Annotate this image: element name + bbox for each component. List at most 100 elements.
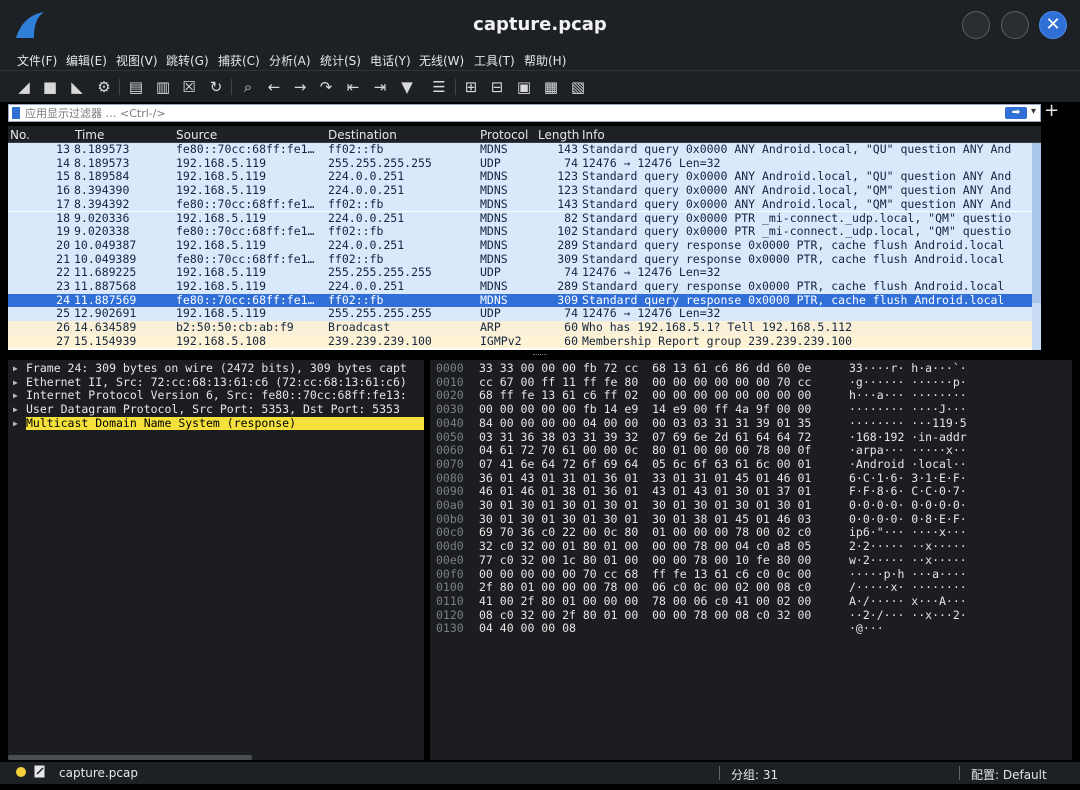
bytes-ascii[interactable]: ········ ····J··· xyxy=(849,402,967,417)
bytes-hex[interactable]: 2f 80 01 00 00 00 78 00 06 c0 0c 00 02 0… xyxy=(479,580,811,595)
bytes-hex[interactable]: cc 67 00 ff 11 ff fe 80 00 00 00 00 00 0… xyxy=(479,375,811,390)
bytes-hex[interactable]: 04 61 72 70 61 00 00 0c 80 01 00 00 00 7… xyxy=(479,443,811,458)
open-file-icon[interactable]: ▤ xyxy=(125,76,147,98)
display-filter-input[interactable] xyxy=(25,106,985,120)
bytes-hex[interactable]: 04 40 00 00 08 xyxy=(479,622,576,636)
bytes-hex[interactable]: 03 31 36 38 03 31 39 32 07 69 6e 2d 61 6… xyxy=(479,430,811,445)
bytes-ascii[interactable]: /·····x· ········ xyxy=(849,580,967,595)
packet-row[interactable]: 18 9.020336 192.168.5.119 224.0.0.251 MDNS 82… xyxy=(8,211,1032,226)
packet-list-scroll-thumb[interactable] xyxy=(1032,143,1041,303)
menu-telephony[interactable]: 电话(Y) xyxy=(370,52,411,69)
restart-capture-icon[interactable]: ◣ xyxy=(66,76,88,98)
column-header-info[interactable]: Info xyxy=(582,128,605,142)
apply-filter-button[interactable]: ➡ xyxy=(1005,107,1027,119)
details-tree-item[interactable]: ▶ Multicast Domain Name System (response) xyxy=(8,416,424,431)
bytes-hex[interactable]: 41 00 2f 80 01 00 00 00 78 00 06 c0 41 0… xyxy=(479,594,811,609)
capture-comment-icon[interactable] xyxy=(34,765,46,778)
menu-edit[interactable]: 编辑(E) xyxy=(66,52,107,69)
packet-row[interactable]: 22 11.689225 192.168.5.119 255.255.255.255 U… xyxy=(8,266,1032,280)
find-packet-icon[interactable]: ⌕ xyxy=(237,76,259,98)
bytes-ascii[interactable]: h···a··· ········ xyxy=(849,389,967,403)
bytes-ascii[interactable]: A·/····· x···A··· xyxy=(849,594,967,609)
expand-caret-icon[interactable]: ▶ xyxy=(13,403,18,417)
details-horizontal-scrollbar[interactable] xyxy=(8,755,252,760)
bytes-ascii[interactable]: 0·0·0·0· 0·8·E·F· xyxy=(849,512,967,527)
bytes-ascii[interactable]: 6·C·1·6· 3·1·E·F· xyxy=(849,471,967,486)
zoom-in-icon[interactable]: ⊞ xyxy=(460,76,482,98)
bytes-ascii[interactable]: ·arpa··· ·····x·· xyxy=(849,443,967,458)
bytes-ascii[interactable]: 33····r· h·a···`· xyxy=(849,361,967,376)
go-first-packet-icon[interactable]: ⇤ xyxy=(342,76,364,98)
capture-options-icon[interactable]: ⚙ xyxy=(93,76,115,98)
pane-splitter[interactable] xyxy=(533,354,547,357)
packet-row[interactable]: 17 8.394392 fe80::70cc:68ff:fe1… ff02::fb MD… xyxy=(8,197,1032,212)
bytes-hex[interactable]: 30 01 30 01 30 01 30 01 30 01 38 01 45 0… xyxy=(479,512,811,527)
expand-caret-icon[interactable]: ▶ xyxy=(13,389,18,403)
menu-go[interactable]: 跳转(G) xyxy=(166,52,209,69)
column-header-protocol[interactable]: Protocol xyxy=(480,128,528,142)
bytes-ascii[interactable]: ········ ···119·5 xyxy=(849,416,967,431)
menu-view[interactable]: 视图(V) xyxy=(116,52,158,69)
auto-scroll-icon[interactable]: ▼ xyxy=(396,76,418,98)
column-header-source[interactable]: Source xyxy=(176,128,217,142)
menu-help[interactable]: 帮助(H) xyxy=(524,52,566,69)
packet-row[interactable]: 20 10.049387 192.168.5.119 224.0.0.251 MDNS 2… xyxy=(8,238,1032,253)
save-file-icon[interactable]: ▥ xyxy=(152,76,174,98)
close-window-button[interactable]: ✕ xyxy=(1039,11,1067,39)
expand-caret-icon[interactable]: ▶ xyxy=(13,417,18,431)
resize-columns-icon[interactable]: ▦ xyxy=(540,76,562,98)
bytes-ascii[interactable]: ·Android ·local·· xyxy=(849,457,967,472)
details-tree-item[interactable]: ▶ Frame 24: 309 bytes on wire (2472 bits)… xyxy=(8,362,424,376)
bytes-hex[interactable]: 77 c0 32 00 1c 80 01 00 00 00 78 00 10 f… xyxy=(479,553,811,568)
menu-capture[interactable]: 捕获(C) xyxy=(218,52,260,69)
packet-row[interactable]: 19 9.020338 fe80::70cc:68ff:fe1… ff02::fb MD… xyxy=(8,225,1032,239)
expand-caret-icon[interactable]: ▶ xyxy=(13,362,18,376)
packet-row[interactable]: 26 14.634589 b2:50:50:cb:ab:f9 Broadcast ARP… xyxy=(8,321,1032,335)
packet-row[interactable]: 15 8.189584 192.168.5.119 224.0.0.251 MDNS 12… xyxy=(8,170,1032,185)
bytes-hex[interactable]: 36 01 43 01 31 01 36 01 33 01 31 01 45 0… xyxy=(479,471,811,486)
go-last-packet-icon[interactable]: ⇥ xyxy=(369,76,391,98)
bytes-hex[interactable]: 33 33 00 00 00 fb 72 cc 68 13 61 c6 86 d… xyxy=(479,361,811,376)
expert-info-icon[interactable] xyxy=(16,767,26,777)
menu-file[interactable]: 文件(F) xyxy=(17,52,57,69)
maximize-button[interactable] xyxy=(1001,11,1029,39)
zoom-normal-icon[interactable]: ▣ xyxy=(513,76,535,98)
packet-row[interactable]: 13 8.189573 fe80::70cc:68ff:fe1… ff02::fb MD… xyxy=(8,143,1032,157)
column-header-no[interactable]: No. xyxy=(10,128,30,142)
bytes-hex[interactable]: 68 ff fe 13 61 c6 ff 02 00 00 00 00 00 0… xyxy=(479,389,811,403)
packet-row[interactable]: 16 8.394390 192.168.5.119 224.0.0.251 MDNS 12… xyxy=(8,184,1032,198)
packet-row[interactable]: 14 8.189573 192.168.5.119 255.255.255.255 UD… xyxy=(8,156,1032,171)
bytes-hex[interactable]: 30 01 30 01 30 01 30 01 30 01 30 01 30 0… xyxy=(479,498,811,513)
bytes-ascii[interactable]: ··2·/··· ··x···2· xyxy=(849,608,967,623)
bytes-hex[interactable]: 00 00 00 00 00 70 cc 68 ff fe 13 61 c6 c… xyxy=(479,567,811,582)
filter-history-dropdown[interactable]: ▾ xyxy=(1031,106,1036,117)
bytes-ascii[interactable]: ip6·"··· ····x··· xyxy=(849,526,967,540)
bytes-hex[interactable]: 00 00 00 00 00 fb 14 e9 14 e9 00 ff 4a 9… xyxy=(479,402,811,417)
menu-tools[interactable]: 工具(T) xyxy=(474,52,515,69)
reload-file-icon[interactable]: ↻ xyxy=(205,76,227,98)
menu-wireless[interactable]: 无线(W) xyxy=(419,52,464,69)
bytes-hex[interactable]: 84 00 00 00 00 04 00 00 00 03 03 31 31 3… xyxy=(479,416,811,431)
packet-row[interactable]: 23 11.887568 192.168.5.119 224.0.0.251 MDNS 2… xyxy=(8,280,1032,294)
packet-row[interactable]: 27 15.154939 192.168.5.108 239.239.239.100 I… xyxy=(8,334,1032,349)
details-tree-item[interactable]: ▶ Ethernet II, Src: 72:cc:68:13:61:c6 (72… xyxy=(8,376,424,390)
bytes-ascii[interactable]: 0·0·0·0· 0·0·0·0· xyxy=(849,498,967,513)
minimize-button[interactable] xyxy=(962,11,990,39)
packet-row[interactable]: 24 11.887569 fe80::70cc:68ff:fe1… ff02::fb M… xyxy=(8,293,1032,308)
go-to-packet-icon[interactable]: ↷ xyxy=(315,76,337,98)
layout-icon[interactable]: ▧ xyxy=(567,76,589,98)
add-filter-button[interactable]: + xyxy=(1044,100,1059,121)
bytes-hex[interactable]: 08 c0 32 00 2f 80 01 00 00 00 78 00 08 c… xyxy=(479,608,811,623)
packet-row[interactable]: 25 12.902691 192.168.5.119 255.255.255.255 U… xyxy=(8,307,1032,322)
filter-bookmark-icon[interactable] xyxy=(12,107,20,119)
details-tree-item[interactable]: ▶ User Datagram Protocol, Src Port: 5353,… xyxy=(8,403,424,417)
menu-statistics[interactable]: 统计(S) xyxy=(320,52,361,69)
column-header-time[interactable]: Time xyxy=(75,128,104,142)
details-tree-item[interactable]: ▶ Internet Protocol Version 6, Src: fe80:… xyxy=(8,389,424,403)
menu-analyze[interactable]: 分析(A) xyxy=(269,52,311,69)
column-header-length[interactable]: Length xyxy=(538,128,579,142)
column-header-destination[interactable]: Destination xyxy=(328,128,397,142)
packet-row[interactable]: 21 10.049389 fe80::70cc:68ff:fe1… ff02::fb M… xyxy=(8,252,1032,267)
colorize-icon[interactable]: ☰ xyxy=(428,76,450,98)
go-forward-icon[interactable]: → xyxy=(289,76,311,98)
